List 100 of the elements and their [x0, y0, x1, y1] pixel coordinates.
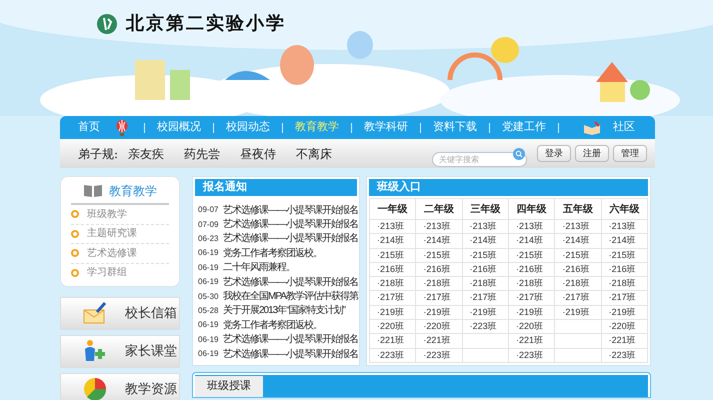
balloon-icon [116, 120, 128, 136]
table-cell[interactable]: ·223班 [602, 348, 648, 363]
table-cell[interactable]: ·216班 [370, 262, 416, 278]
table-cell[interactable]: ·217班 [602, 291, 648, 306]
column-header: 四年级 [508, 199, 556, 220]
column-header: 二年级 [416, 199, 463, 220]
table-cell[interactable]: ·216班 [602, 262, 648, 278]
table-cell[interactable]: ·216班 [508, 262, 556, 278]
table-cell[interactable]: ·223班 [416, 348, 463, 363]
table-cell[interactable]: ·215班 [462, 248, 509, 263]
table-cell [462, 348, 509, 363]
notice-link[interactable]: 艺术选修课——小提琴课开始报名 [223, 202, 358, 218]
account-button[interactable]: 登录 [537, 145, 571, 162]
table-cell[interactable]: ·220班 [370, 320, 416, 334]
table-cell[interactable]: ·217班 [370, 291, 416, 306]
open-book-icon [583, 120, 601, 134]
table-cell[interactable]: ·218班 [508, 277, 556, 292]
table-cell[interactable]: ·213班 [416, 220, 463, 234]
pie-icon [83, 377, 107, 400]
sidebar-link[interactable]: 主题研究课 [87, 226, 137, 242]
table-cell[interactable]: ·213班 [555, 220, 602, 234]
quick-link-button[interactable]: 家长课堂 [60, 334, 180, 368]
table-cell[interactable]: ·219班 [370, 306, 416, 320]
logo-icon [96, 12, 118, 34]
motto-phrase: 亲友疾 [128, 146, 164, 162]
table-cell[interactable]: ·221班 [370, 334, 416, 349]
table-cell[interactable]: ·216班 [555, 262, 602, 278]
notice-date: 06-19 [198, 334, 220, 346]
table-cell[interactable]: ·216班 [462, 262, 509, 278]
table-cell[interactable]: ·218班 [370, 277, 416, 292]
table-cell[interactable]: ·218班 [416, 277, 463, 292]
table-cell [555, 320, 602, 334]
table-cell[interactable]: ·215班 [416, 248, 463, 263]
table-cell[interactable]: ·217班 [555, 291, 602, 306]
quick-link-button[interactable]: 校长信箱 [60, 296, 180, 330]
table-cell[interactable]: ·223班 [508, 348, 556, 363]
notice-link[interactable]: 艺术选修课——小提琴课开始报名 [223, 332, 358, 348]
table-cell[interactable]: ·213班 [462, 220, 509, 234]
table-cell[interactable]: ·221班 [416, 334, 463, 349]
notice-link[interactable]: 我校在全国MPA教学评估中获得第 [223, 289, 358, 304]
table-cell[interactable]: ·223班 [370, 348, 416, 363]
notice-date: 09-07 [198, 204, 220, 216]
notice-link[interactable]: 艺术选修课——小提琴课开始报名 [223, 231, 358, 246]
table-cell[interactable]: ·223班 [462, 320, 509, 334]
table-cell[interactable]: ·218班 [462, 277, 509, 292]
search-icon[interactable] [513, 148, 525, 160]
table-cell[interactable]: ·213班 [602, 220, 648, 234]
notice-link[interactable]: 党务工作者考察团返校。 [223, 318, 322, 333]
table-cell[interactable]: ·220班 [602, 320, 648, 334]
table-cell[interactable]: ·220班 [508, 320, 556, 334]
table-cell[interactable]: ·221班 [602, 334, 648, 349]
table-cell[interactable]: ·218班 [602, 277, 648, 292]
table-cell[interactable]: ·215班 [602, 248, 648, 263]
table-cell[interactable]: ·214班 [508, 234, 556, 249]
table-cell [555, 348, 602, 363]
table-cell[interactable]: ·214班 [462, 234, 509, 249]
notice-link[interactable]: 艺术选修课——小提琴课开始报名 [223, 274, 358, 290]
bullet-icon [71, 230, 79, 238]
notice-link[interactable]: 艺术选修课——小提琴课开始报名 [223, 346, 358, 362]
person-plus-icon [83, 339, 107, 363]
table-cell[interactable]: ·214班 [370, 234, 416, 249]
table-cell[interactable]: ·215班 [555, 248, 602, 263]
table-cell[interactable]: ·213班 [508, 220, 556, 234]
table-cell[interactable]: ·214班 [416, 234, 463, 249]
sidebar-link[interactable]: 班级教学 [87, 206, 127, 222]
notice-link[interactable]: 党务工作者考察团返校。 [223, 246, 322, 261]
table-cell[interactable]: ·217班 [508, 291, 556, 306]
quick-link-button[interactable]: 教学资源 [60, 372, 180, 400]
table-cell[interactable]: ·216班 [416, 262, 463, 278]
search-field[interactable]: 关键字搜索 [432, 152, 527, 167]
table-cell[interactable]: ·220班 [416, 320, 463, 334]
table-cell[interactable]: ·214班 [602, 234, 648, 249]
notice-link[interactable]: 二十年风雨兼程。 [223, 260, 295, 276]
table-cell[interactable]: ·217班 [462, 291, 509, 306]
account-button[interactable]: 注册 [575, 145, 609, 162]
table-cell[interactable]: ·221班 [508, 334, 556, 349]
table-cell[interactable]: ·219班 [555, 306, 602, 320]
motto-phrase: 药先尝 [184, 146, 220, 162]
sidebar-link[interactable]: 艺术选修课 [87, 246, 137, 261]
bullet-icon [71, 210, 79, 218]
table-cell[interactable]: ·215班 [508, 248, 556, 263]
lessons-tab[interactable]: 班级授课 [195, 376, 263, 397]
table-cell[interactable]: ·214班 [555, 234, 602, 249]
account-button[interactable]: 管理 [613, 145, 647, 162]
table-cell[interactable]: ·215班 [370, 248, 416, 263]
column-header: 一年级 [370, 199, 416, 220]
table-cell[interactable]: ·213班 [370, 220, 416, 234]
notice-date: 06-19 [198, 276, 220, 288]
notice-link[interactable]: 关于开展2013年“国家特支计划” [223, 303, 345, 318]
column-header: 六年级 [602, 199, 648, 220]
table-cell[interactable]: ·218班 [555, 277, 602, 292]
table-cell[interactable]: ·217班 [416, 291, 463, 306]
panel-title: 班级入口 [369, 179, 648, 196]
table-cell[interactable]: ·219班 [416, 306, 463, 320]
notice-date: 06-19 [198, 319, 220, 332]
table-cell[interactable]: ·219班 [462, 306, 509, 320]
sidebar-link[interactable]: 学习群组 [87, 265, 127, 280]
table-cell[interactable]: ·219班 [602, 306, 648, 320]
notice-link[interactable]: 艺术选修课——小提琴课开始报名 [223, 217, 358, 232]
table-cell[interactable]: ·219班 [508, 306, 556, 320]
